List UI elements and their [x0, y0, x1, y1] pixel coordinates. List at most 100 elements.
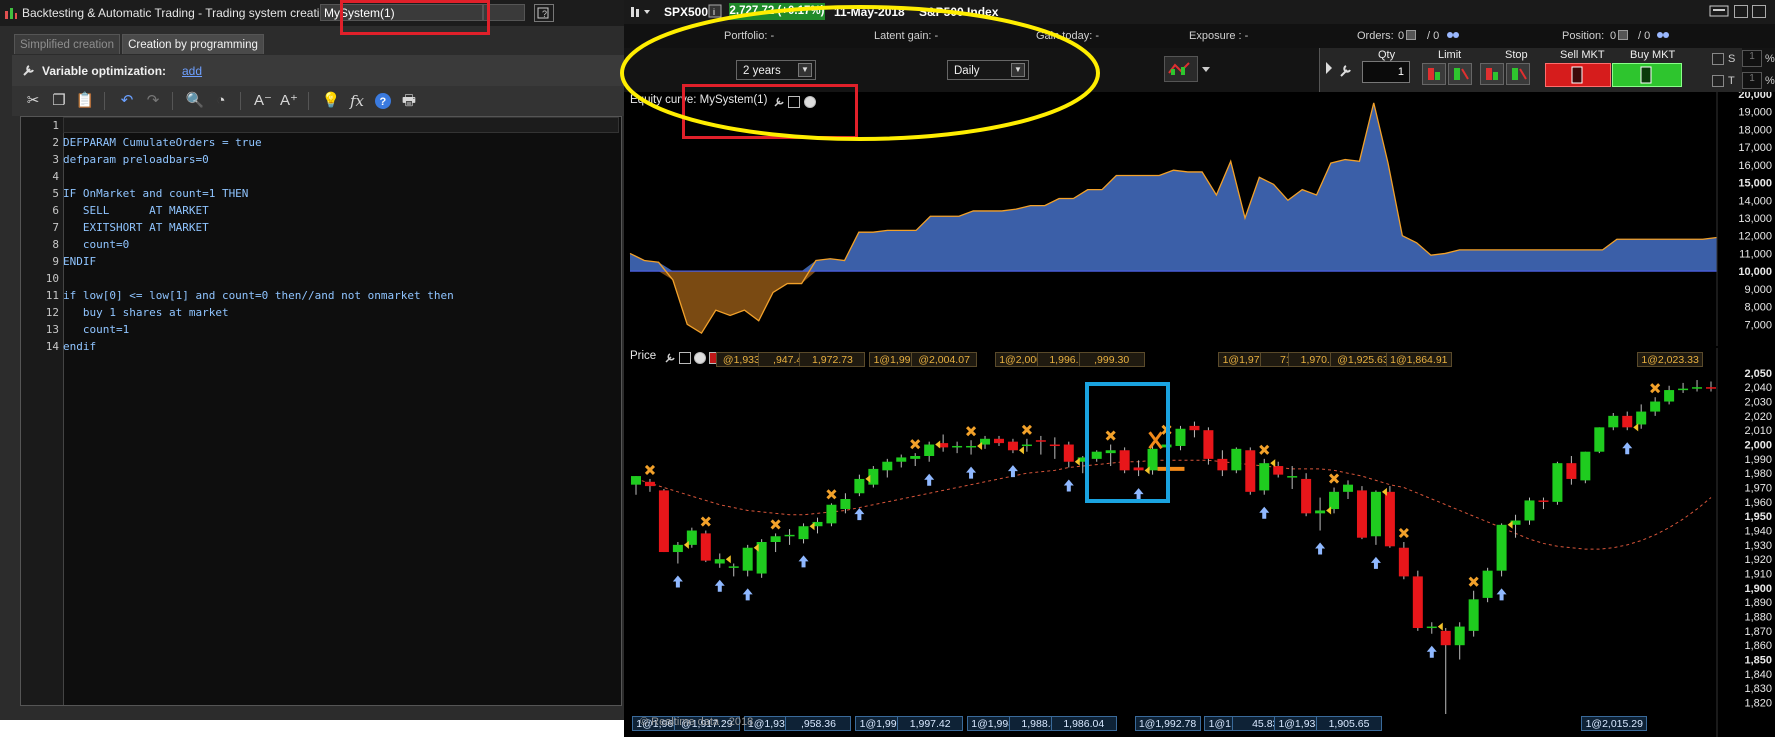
buy-market-button[interactable]: [1612, 63, 1682, 87]
code-line[interactable]: EXITSHORT AT MARKET: [63, 221, 209, 234]
candle-body[interactable]: [631, 476, 641, 485]
decrease-font-button[interactable]: A⁻: [252, 91, 274, 111]
candle-body[interactable]: [896, 457, 907, 462]
buy-arrow-marker[interactable]: [854, 508, 865, 521]
exit-cross-marker[interactable]: [910, 439, 921, 450]
candle-body[interactable]: [1356, 490, 1367, 538]
candle-body[interactable]: [784, 534, 795, 537]
code-line[interactable]: defparam preloadbars=0: [63, 153, 209, 166]
buy-arrow-marker[interactable]: [798, 555, 809, 568]
candle-body[interactable]: [1594, 427, 1605, 452]
code-line[interactable]: ENDIF: [63, 255, 96, 268]
candle-body[interactable]: [966, 445, 977, 448]
collapse-arrow-icon[interactable]: [1324, 58, 1334, 78]
code-line[interactable]: count=0: [63, 238, 129, 251]
interval-select[interactable]: Daily ▼: [947, 60, 1029, 80]
buy-arrow-marker[interactable]: [1259, 506, 1270, 519]
candle-body[interactable]: [840, 499, 851, 510]
buy-arrow-marker[interactable]: [1063, 479, 1074, 492]
paste-button[interactable]: 📋: [74, 91, 96, 111]
exit-cross-marker[interactable]: [644, 464, 656, 475]
candle-body[interactable]: [1329, 491, 1340, 510]
chart-menu-icon[interactable]: [630, 5, 654, 19]
candle-body[interactable]: [1370, 491, 1381, 537]
limit-sell-button[interactable]: [1422, 63, 1446, 85]
cut-button[interactable]: ✂: [22, 91, 44, 111]
wrench-icon[interactable]: [1338, 62, 1354, 78]
candle-body[interactable]: [658, 490, 669, 553]
candle-body[interactable]: [1189, 425, 1200, 431]
exit-cross-marker[interactable]: [826, 489, 837, 500]
buy-arrow-marker[interactable]: [1370, 556, 1381, 569]
candle-body[interactable]: [854, 478, 865, 494]
candle-body[interactable]: [1063, 444, 1074, 462]
position-gear-icon[interactable]: [1656, 29, 1670, 41]
candle-body[interactable]: [1440, 630, 1451, 646]
orders-gear-icon[interactable]: [1446, 29, 1460, 41]
tab-simplified-creation[interactable]: Simplified creation: [14, 34, 120, 54]
candle-body[interactable]: [1426, 626, 1437, 629]
candle-body[interactable]: [826, 504, 837, 524]
find-replace-button[interactable]: ◔: [210, 91, 232, 111]
code-line[interactable]: endif: [63, 340, 96, 353]
exit-cross-marker[interactable]: [1398, 527, 1409, 539]
print-button[interactable]: 🖶: [398, 91, 420, 111]
exit-cross-marker[interactable]: [1328, 473, 1340, 484]
candle-body[interactable]: [770, 536, 781, 542]
stop-buy-button[interactable]: [1506, 63, 1530, 85]
candle-body[interactable]: [1496, 524, 1507, 571]
candle-body[interactable]: [1412, 576, 1423, 628]
candle-body[interactable]: [644, 481, 655, 487]
candle-body[interactable]: [742, 547, 753, 571]
buy-arrow-marker[interactable]: [1496, 588, 1507, 601]
find-button[interactable]: 🔍: [184, 91, 206, 111]
qty-input[interactable]: 1: [1362, 61, 1410, 83]
instrument-symbol[interactable]: SPX500: [664, 5, 708, 19]
candle-body[interactable]: [1203, 430, 1214, 459]
candle-body[interactable]: [1231, 448, 1242, 471]
buy-arrow-marker[interactable]: [924, 473, 935, 486]
indicator-tools-button[interactable]: [1164, 56, 1198, 82]
candle-body[interactable]: [1301, 478, 1312, 514]
candle-body[interactable]: [1636, 411, 1647, 425]
minimize-button[interactable]: [1734, 5, 1748, 18]
s-checkbox[interactable]: [1712, 53, 1724, 65]
candle-body[interactable]: [1524, 500, 1535, 521]
candle-body[interactable]: [1678, 388, 1689, 391]
candle-body[interactable]: [1315, 510, 1326, 514]
increase-font-button[interactable]: A⁺: [278, 91, 300, 111]
exit-cross-marker[interactable]: [700, 516, 711, 527]
buy-arrow-marker[interactable]: [966, 466, 977, 479]
buy-arrow-marker[interactable]: [1315, 542, 1326, 555]
code-line[interactable]: if low[0] <= low[1] and count=0 then//an…: [63, 289, 454, 302]
buy-arrow-marker[interactable]: [714, 579, 725, 592]
t-checkbox[interactable]: [1712, 75, 1724, 87]
candle-body[interactable]: [1622, 415, 1633, 428]
candle-body[interactable]: [1538, 500, 1549, 502]
candle-body[interactable]: [700, 533, 711, 561]
candle-body[interactable]: [714, 559, 725, 564]
exit-cross-marker[interactable]: [1021, 424, 1032, 435]
code-line[interactable]: count=1: [63, 323, 129, 336]
info-icon[interactable]: i: [708, 4, 722, 18]
code-line[interactable]: DEFPARAM CumulateOrders = true: [63, 136, 262, 149]
candle-body[interactable]: [1259, 463, 1270, 491]
period-select[interactable]: 2 years ▼: [736, 60, 816, 80]
wrench-icon[interactable]: [664, 352, 676, 364]
buy-arrow-marker[interactable]: [1007, 465, 1018, 478]
candle-body[interactable]: [1608, 415, 1619, 428]
maximize-button[interactable]: [1752, 5, 1766, 18]
candle-body[interactable]: [993, 438, 1004, 444]
code-editor[interactable]: 1 2 3 4 5 6 7 8 9 10 11 12 13 14 DEFPARAM CumulateOrd…: [20, 116, 622, 706]
add-variable-link[interactable]: add: [182, 64, 202, 78]
code-line[interactable]: SELL AT MARKET: [63, 204, 209, 217]
undo-button[interactable]: ↶: [116, 91, 138, 111]
candle-body[interactable]: [1664, 390, 1675, 402]
candle-body[interactable]: [1384, 491, 1395, 547]
buy-arrow-marker[interactable]: [1622, 442, 1633, 455]
exit-cross-marker[interactable]: [1259, 444, 1270, 455]
price-chart[interactable]: 1,820 1,830 1,840 1,850 1,860 1,870 1,880 1,890…: [624, 348, 1775, 737]
candle-body[interactable]: [1552, 463, 1563, 502]
copy-button[interactable]: ❐: [48, 91, 70, 111]
candle-body[interactable]: [1273, 466, 1284, 475]
